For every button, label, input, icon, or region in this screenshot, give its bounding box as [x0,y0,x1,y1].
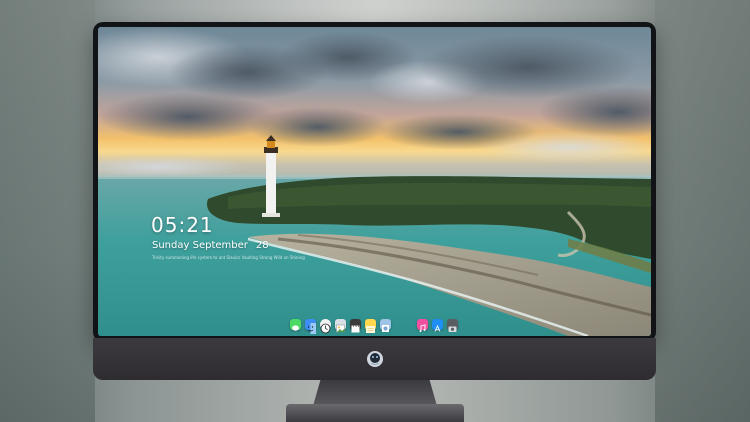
music-icon[interactable] [417,318,428,332]
dock-spacer [395,319,413,330]
app-store-icon[interactable] [432,318,443,332]
desktop-scene: 05:21 Sunday September 28 Trinity summoni… [0,0,750,422]
background-right [655,0,750,422]
finder-icon[interactable] [305,318,316,334]
clapper-icon[interactable] [350,318,361,332]
messages-icon[interactable] [290,318,301,331]
monitor-stand-neck [313,380,437,406]
clock-icon[interactable] [320,318,331,333]
lock-screen-date: Sunday September 28 [152,240,269,251]
dock [286,316,462,334]
lock-screen-time: 05:21 [151,213,214,237]
monitor-screen[interactable]: 05:21 Sunday September 28 Trinity summoni… [98,27,651,336]
photos-icon[interactable] [335,318,346,332]
lock-screen-subline: Trinity summoning life system to ant Sla… [152,255,305,260]
lock-screen-weekday-month: Sunday September [152,240,248,251]
brand-logo-icon [365,349,385,369]
wallpaper [98,27,651,336]
preview-icon[interactable] [380,318,391,332]
monitor-stand-foot [286,404,464,422]
lock-screen-day: 28 [255,240,269,251]
notes-icon[interactable] [365,318,376,333]
background-left [0,0,95,422]
camera-icon[interactable] [447,318,458,332]
